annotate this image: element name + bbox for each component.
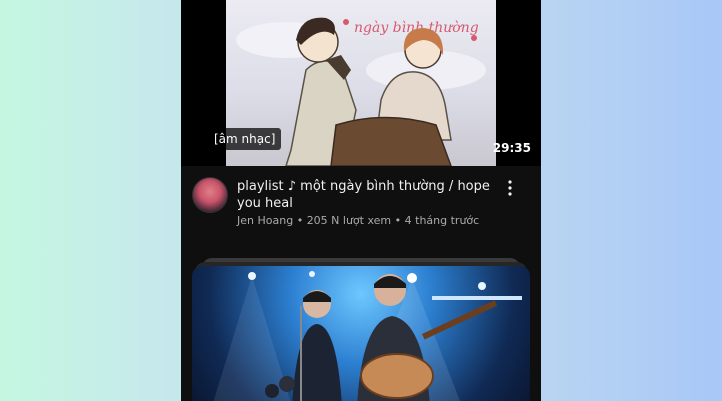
channel-avatar[interactable] <box>192 177 228 213</box>
video-meta-row[interactable]: playlist ♪ một ngày bình thường / hope y… <box>181 166 541 260</box>
video-subtitle: Jen Hoang • 205 N lượt xem • 4 tháng trư… <box>237 214 479 227</box>
concert-photo <box>213 271 522 401</box>
category-chip: [âm nhạc] <box>208 128 282 150</box>
video-title[interactable]: playlist ♪ một ngày bình thường / hope y… <box>237 178 497 212</box>
playlist-thumbnail[interactable] <box>192 266 530 401</box>
video-thumbnail[interactable]: ngày bình thường [âm nhạc] 29:35 <box>181 0 541 166</box>
view-count: 205 N lượt xem <box>306 214 392 227</box>
video-duration: 29:35 <box>492 141 531 155</box>
upload-age: 4 tháng trước <box>404 214 480 227</box>
more-vert-icon[interactable] <box>503 179 517 199</box>
separator-dot: • <box>394 214 405 227</box>
separator-dot: • <box>296 214 307 227</box>
phone-screen: ngày bình thường [âm nhạc] 29:35 playlis… <box>181 0 541 401</box>
channel-name: Jen Hoang <box>237 214 294 227</box>
